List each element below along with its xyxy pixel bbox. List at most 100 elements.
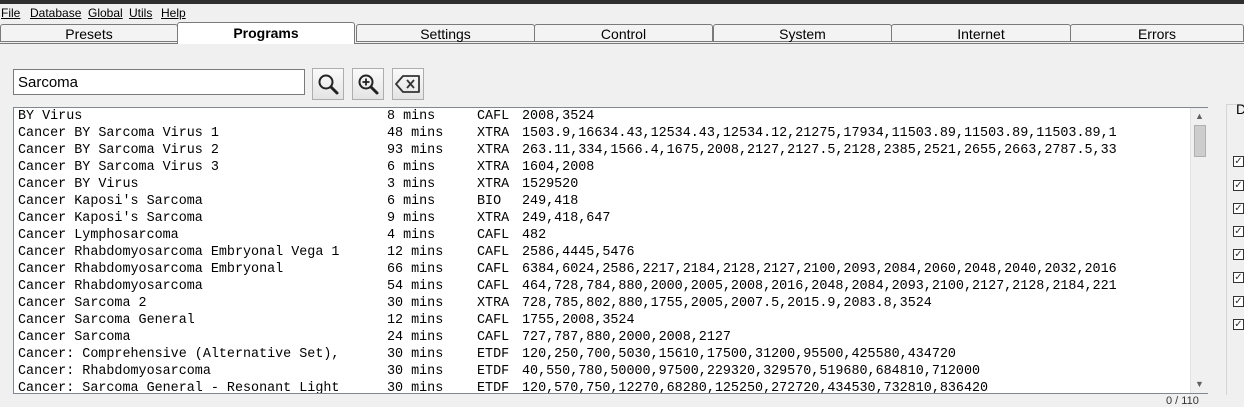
tab-bar: Presets Programs Settings Control System… bbox=[0, 22, 1244, 44]
scroll-down-arrow-icon[interactable]: ▼ bbox=[1191, 376, 1208, 393]
menu-help[interactable]: Help bbox=[161, 6, 186, 20]
checkbox[interactable]: ✓ bbox=[1233, 226, 1244, 237]
program-duration: 6 mins bbox=[387, 194, 436, 209]
zoom-in-icon bbox=[358, 74, 379, 95]
list-item[interactable]: Cancer BY Virus 3 mins XTRA 1529520 bbox=[14, 176, 1207, 193]
list-item[interactable]: Cancer BY Sarcoma Virus 2 93 mins XTRA 263.… bbox=[14, 142, 1207, 159]
program-type: XTRA bbox=[477, 177, 510, 192]
program-frequencies: 249,418 bbox=[522, 194, 579, 209]
program-frequencies: 120,570,750,12270,68280,125250,272720,43… bbox=[522, 381, 989, 394]
program-frequencies: 1604,2008 bbox=[522, 160, 595, 175]
list-item[interactable]: Cancer BY Sarcoma Virus 1 48 mins XTRA 1503… bbox=[14, 125, 1207, 142]
program-list[interactable]: BY Virus 8 mins CAFL 2008,3524 Cancer BY Sar… bbox=[13, 107, 1208, 394]
program-type: ETDF bbox=[477, 381, 510, 394]
menu-global-label: Global bbox=[88, 6, 123, 20]
program-type: ETDF bbox=[477, 347, 510, 362]
program-duration: 6 mins bbox=[387, 160, 436, 175]
program-frequencies: 2586,4445,5476 bbox=[522, 245, 635, 260]
tab-errors[interactable]: Errors bbox=[1070, 24, 1244, 42]
program-type: CAFL bbox=[477, 313, 510, 328]
zoom-button[interactable] bbox=[352, 68, 384, 100]
program-duration: 4 mins bbox=[387, 228, 436, 243]
menu-database[interactable]: Database bbox=[30, 6, 81, 20]
list-item[interactable]: Cancer: Sarcoma General - Resonant Light… bbox=[14, 380, 1207, 394]
program-name: Cancer Rhabdomyosarcoma Embryonal Vega 1 bbox=[18, 245, 340, 260]
program-frequencies: 2008,3524 bbox=[522, 109, 595, 124]
program-frequencies: 728,785,802,880,1755,2005,2007.5,2015.9,… bbox=[522, 296, 932, 311]
program-name: Cancer Lymphosarcoma bbox=[18, 228, 179, 243]
program-duration: 24 mins bbox=[387, 330, 444, 345]
program-duration: 8 mins bbox=[387, 109, 436, 124]
list-item[interactable]: Cancer Sarcoma General 12 mins CAFL 1755,20… bbox=[14, 312, 1207, 329]
list-item[interactable]: Cancer Kaposi's Sarcoma 9 mins XTRA 249,418… bbox=[14, 210, 1207, 227]
program-type: ETDF bbox=[477, 364, 510, 379]
vertical-scrollbar[interactable]: ▲ ▼ bbox=[1190, 108, 1208, 393]
tab-programs[interactable]: Programs bbox=[177, 22, 355, 44]
checkbox[interactable]: ✓ bbox=[1233, 249, 1244, 260]
program-type: CAFL bbox=[477, 262, 510, 277]
checkbox[interactable]: ✓ bbox=[1233, 296, 1244, 307]
program-name: Cancer Sarcoma 2 bbox=[18, 296, 147, 311]
list-item[interactable]: Cancer: Comprehensive (Alternative Set),… bbox=[14, 346, 1207, 363]
program-type: CAFL bbox=[477, 109, 510, 124]
program-name: Cancer Rhabdomyosarcoma bbox=[18, 279, 203, 294]
program-duration: 66 mins bbox=[387, 262, 444, 277]
menu-help-label: Help bbox=[161, 6, 186, 20]
checkbox[interactable]: ✓ bbox=[1233, 319, 1244, 330]
program-duration: 30 mins bbox=[387, 381, 444, 394]
program-name: Cancer Sarcoma bbox=[18, 330, 131, 345]
checkbox[interactable]: ✓ bbox=[1233, 203, 1244, 214]
program-type: CAFL bbox=[477, 330, 510, 345]
program-frequencies: 120,250,700,5030,15610,17500,31200,95500… bbox=[522, 347, 956, 362]
checkbox[interactable]: ✓ bbox=[1233, 156, 1244, 167]
program-name: Cancer: Rhabdomyosarcoma bbox=[18, 364, 211, 379]
program-type: XTRA bbox=[477, 160, 510, 175]
program-type: CAFL bbox=[477, 279, 510, 294]
program-type: XTRA bbox=[477, 143, 510, 158]
tab-control[interactable]: Control bbox=[534, 24, 713, 42]
program-frequencies: 464,728,784,880,2000,2005,2008,2016,2048… bbox=[522, 279, 1117, 294]
list-item[interactable]: BY Virus 8 mins CAFL 2008,3524 bbox=[14, 108, 1207, 125]
list-item[interactable]: Cancer Rhabdomyosarcoma Embryonal 66 mins… bbox=[14, 261, 1207, 278]
list-item[interactable]: Cancer Sarcoma 24 mins CAFL 727,787,880,200… bbox=[14, 329, 1207, 346]
clear-button[interactable] bbox=[392, 68, 424, 100]
program-type: CAFL bbox=[477, 245, 510, 260]
list-item[interactable]: Cancer Sarcoma 2 30 mins XTRA 728,785,802,8… bbox=[14, 295, 1207, 312]
program-name: Cancer BY Sarcoma Virus 3 bbox=[18, 160, 219, 175]
program-frequencies: 482 bbox=[522, 228, 547, 243]
program-type: XTRA bbox=[477, 211, 510, 226]
search-icon bbox=[318, 74, 339, 95]
program-frequencies: 249,418,647 bbox=[522, 211, 611, 226]
program-duration: 93 mins bbox=[387, 143, 444, 158]
search-button[interactable] bbox=[312, 68, 344, 100]
program-duration: 12 mins bbox=[387, 245, 444, 260]
list-item[interactable]: Cancer BY Sarcoma Virus 3 6 mins XTRA 1604,… bbox=[14, 159, 1207, 176]
menu-utils[interactable]: Utils bbox=[129, 6, 152, 20]
program-duration: 54 mins bbox=[387, 279, 444, 294]
menu-global[interactable]: Global bbox=[88, 6, 123, 20]
clear-icon bbox=[395, 75, 420, 93]
program-type: XTRA bbox=[477, 296, 510, 311]
list-item[interactable]: Cancer Lymphosarcoma 4 mins CAFL 482 bbox=[14, 227, 1207, 244]
menu-file-label: File bbox=[1, 6, 21, 20]
scroll-up-arrow-icon[interactable]: ▲ bbox=[1191, 108, 1208, 125]
list-item[interactable]: Cancer: Rhabdomyosarcoma 30 mins ETDF 40,55… bbox=[14, 363, 1207, 380]
tab-internet[interactable]: Internet bbox=[891, 24, 1071, 42]
list-item[interactable]: Cancer Rhabdomyosarcoma 54 mins CAFL 464,72… bbox=[14, 278, 1207, 295]
search-input[interactable] bbox=[13, 69, 305, 95]
list-item[interactable]: Cancer Rhabdomyosarcoma Embryonal Vega 1… bbox=[14, 244, 1207, 261]
tab-settings[interactable]: Settings bbox=[356, 24, 535, 42]
scroll-thumb[interactable] bbox=[1194, 125, 1206, 157]
status-count: 0 / 110 bbox=[1166, 395, 1199, 407]
program-type: CAFL bbox=[477, 228, 510, 243]
menu-file[interactable]: File bbox=[1, 6, 20, 20]
menu-bar: File Database Global Utils Help bbox=[0, 4, 1244, 22]
program-type: BIO bbox=[477, 194, 502, 209]
list-item[interactable]: Cancer Kaposi's Sarcoma 6 mins BIO 249,418 bbox=[14, 193, 1207, 210]
program-name: Cancer BY Sarcoma Virus 1 bbox=[18, 126, 219, 141]
tab-presets[interactable]: Presets bbox=[0, 24, 178, 42]
checkbox[interactable]: ✓ bbox=[1233, 272, 1244, 283]
program-name: Cancer Sarcoma General bbox=[18, 313, 195, 328]
tab-system[interactable]: System bbox=[713, 24, 892, 42]
checkbox[interactable]: ✓ bbox=[1233, 180, 1244, 191]
